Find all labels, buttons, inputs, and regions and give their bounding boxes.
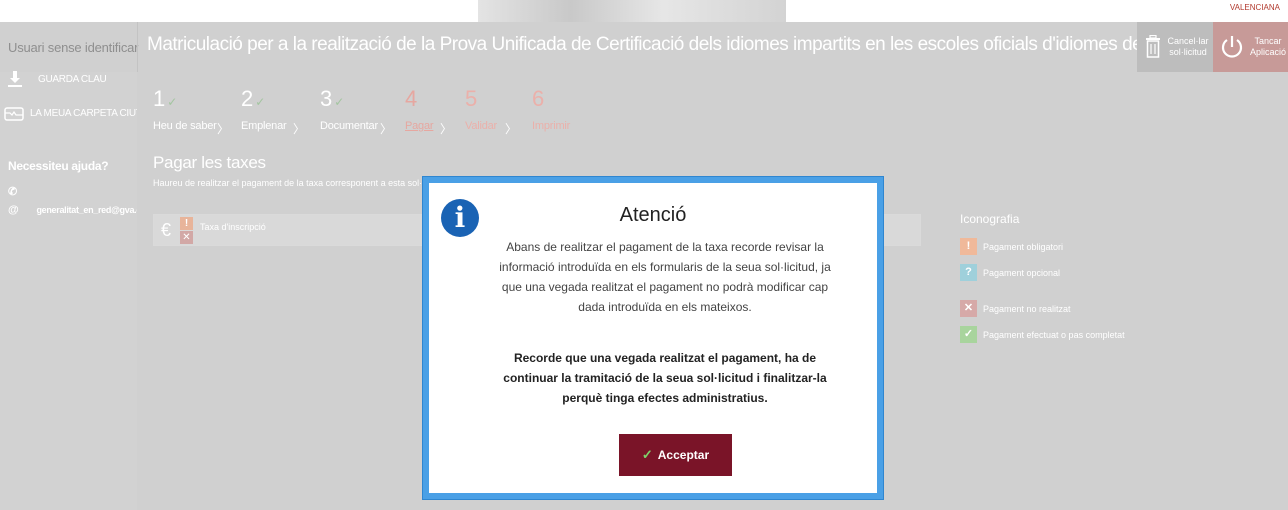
mandatory-payment-icon: ! (960, 238, 977, 255)
sidebar-item-save-key[interactable]: GUARDA CLAU (6, 70, 107, 88)
legend-item-label: Pagament obligatori (983, 241, 1064, 252)
contact-email-text: generalitat_en_red@gva.es (36, 205, 146, 215)
step-label: Validar (465, 120, 498, 132)
legend-item-label: Pagament no realitzat (983, 303, 1071, 314)
trash-icon (1146, 35, 1160, 58)
top-banner: VALENCIANA (0, 0, 1288, 22)
fee-label: Taxa d'inscripció (200, 222, 266, 232)
download-icon (8, 71, 22, 87)
step-6: 6 Imprimir (532, 86, 570, 132)
step-separator-icon: 〉 (505, 122, 518, 136)
step-label: Heu de saber (153, 120, 217, 132)
step-label: Emplenar (241, 120, 287, 132)
payment-not-done-icon: ✕ (180, 231, 193, 244)
at-icon: @ (8, 204, 19, 216)
contact-phone: ✆ (8, 185, 27, 198)
legend-item-label: Pagament efectuat o pas completat (983, 329, 1125, 340)
legend: Iconografia ! Pagament obligatori? Pagamen… (960, 212, 1125, 343)
payment-not-done-icon: ✕ (960, 300, 977, 317)
cancel-application-button[interactable]: Cancel·lar sol·licitud (1137, 22, 1213, 72)
accept-button[interactable]: ✓ Acceptar (619, 434, 732, 476)
step-label: Pagar (405, 120, 434, 132)
step-3[interactable]: 3 ✓ Documentar (320, 86, 378, 132)
step-number-text: 1 (153, 86, 166, 111)
legend-item-label: Pagament opcional (983, 267, 1061, 278)
header-divider (137, 22, 138, 72)
step-label: Imprimir (532, 120, 571, 132)
step-number: 6 (532, 86, 544, 112)
section-description: Haureu de realitzar el pagament de la ta… (153, 178, 423, 188)
step-check-icon: ✓ (167, 95, 178, 109)
step-number: 4 (405, 86, 417, 112)
step-check-icon: ✓ (334, 95, 345, 109)
euro-icon: € (161, 220, 172, 240)
step-number-text: 2 (241, 86, 254, 111)
dialog-message: Abans de realitzar el pagament de la tax… (499, 240, 831, 314)
user-label: Usuari sense identificar (8, 40, 139, 55)
optional-payment-icon: ? (960, 264, 977, 281)
banner-photo (478, 0, 786, 22)
step-number: 5 (465, 86, 477, 112)
step-5: 5 Validar (465, 86, 497, 132)
step-2[interactable]: 2 ✓ Emplenar (241, 86, 287, 132)
legend-item: ? Pagament opcional (960, 264, 1060, 281)
payment-done-icon: ✓ (960, 326, 977, 343)
generalitat-logo: VALENCIANA (1229, 3, 1280, 12)
dialog-reminder: Recorde que una vegada realitzat el paga… (503, 351, 827, 405)
mandatory-payment-icon: ! (180, 217, 193, 230)
contact-email[interactable]: @ generalitat_en_red@gva.es (8, 204, 146, 216)
page-title: Matriculació per a la realització de la … (147, 34, 1288, 55)
step-number-text: 6 (532, 86, 545, 111)
step-separator-icon: 〉 (293, 122, 306, 136)
close-application-label: Tancar Aplicació (1249, 36, 1287, 57)
step-number-text: 3 (320, 86, 333, 111)
close-application-button[interactable]: Tancar Aplicació (1213, 22, 1288, 72)
step-check-icon: ✓ (255, 95, 266, 109)
legend-item: ✕ Pagament no realitzat (960, 300, 1071, 317)
power-icon (1221, 36, 1243, 58)
step-number-text: 5 (465, 86, 478, 111)
sidebar: GUARDA CLAU LA MEUA CARPETA CIUTADANA Ne… (0, 70, 174, 510)
step-label: Documentar (320, 120, 378, 132)
phone-icon: ✆ (8, 186, 17, 198)
step-number: 2 ✓ (241, 86, 265, 112)
accept-button-label: Acceptar (657, 448, 710, 462)
help-title: Necessiteu ajuda? (8, 159, 109, 173)
check-icon: ✓ (641, 447, 653, 462)
step-4: 4 Pagar (405, 86, 434, 132)
legend-item: ! Pagament obligatori (960, 238, 1063, 255)
step-number: 1 ✓ (153, 86, 177, 112)
legend-title: Iconografia (960, 212, 1020, 226)
step-1[interactable]: 1 ✓ Heu de saber (153, 86, 217, 132)
attention-dialog: i Atenció Abans de realitzar el pagament… (423, 177, 883, 499)
step-number: 3 ✓ (320, 86, 344, 112)
folder-icon (4, 107, 24, 121)
dialog-title: Atenció (619, 204, 687, 226)
step-separator-icon: 〉 (440, 122, 453, 136)
sidebar-item-label: GUARDA CLAU (38, 73, 107, 85)
page: VALENCIANA Usuari sense identificar Matr… (0, 0, 1288, 510)
step-separator-icon: 〉 (217, 122, 230, 136)
step-separator-icon: 〉 (380, 122, 393, 136)
step-number-text: 4 (405, 86, 418, 111)
app-header: Usuari sense identificar Matriculació pe… (0, 22, 1288, 72)
legend-item: ✓ Pagament efectuat o pas completat (960, 326, 1125, 343)
cancel-application-label: Cancel·lar sol·licitud (1167, 36, 1209, 57)
section-title: Pagar les taxes (153, 153, 266, 172)
